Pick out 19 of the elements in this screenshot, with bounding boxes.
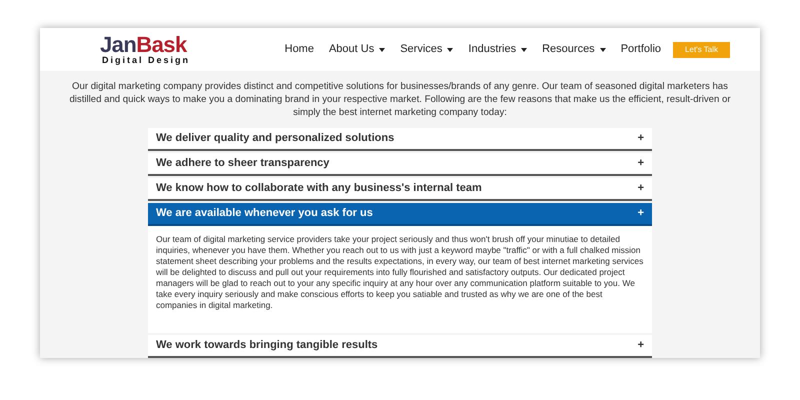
nav-link[interactable]: Services: [400, 41, 454, 58]
accordion-body-text: Our team of digital marketing service providers take your project seriously and thus won't brush off your minutiae to detailed inquiries, whenever you have them. Whether you reach out to us with just a keyword maybe "traffic" or with a full chalked mission statement sheet describing your problems and the results expectations, in every way, our team of best internet marketing services will be delighted to discuss and pull out your requirements into fully flourished and satisfactory outputs. Our dedicated project managers will be glad to reach out to your any specific inquiry at any hour over any communication platform suitable to you. We take every inquiry seriously and make conscious efforts to keep you satiable and trusted as why we are one of the best companies in digital marketing.: [156, 234, 644, 311]
accordion-header[interactable]: We know how to collaborate with any business's internal team +: [148, 178, 652, 201]
intro-paragraph: Our digital marketing company provides distinct and competitive solutions for businesses/brands of any genre. Our team of seasoned digital marketers has distilled and quick ways to make you a dominating brand in your respective market. Following are the few reasons that make us the efficient, result-driven or simply the best internet marketing company today:: [68, 80, 732, 119]
accordion-header[interactable]: We adhere to sheer transparency +: [148, 153, 652, 176]
accordion-header[interactable]: We work towards bringing tangible results +: [148, 335, 652, 358]
caret-icon: [521, 48, 528, 52]
caret-icon: [600, 48, 606, 52]
accordion-header[interactable]: We deliver quality and personalized solutions +: [148, 128, 652, 151]
accordion-header[interactable]: We are available whenever you ask for us +: [148, 203, 652, 226]
brand-wordmark: JanBask: [100, 34, 188, 56]
nav-link[interactable]: Industries: [468, 41, 528, 58]
nav-link[interactable]: Home: [284, 41, 314, 58]
logo-tagline: Digital Design: [101, 56, 190, 65]
nav-link[interactable]: About Us: [328, 41, 386, 58]
caret-icon: [447, 48, 454, 52]
nav-link[interactable]: Portfolio: [620, 41, 662, 58]
caret-icon: [379, 48, 386, 52]
nav-link[interactable]: Resources: [542, 41, 606, 58]
